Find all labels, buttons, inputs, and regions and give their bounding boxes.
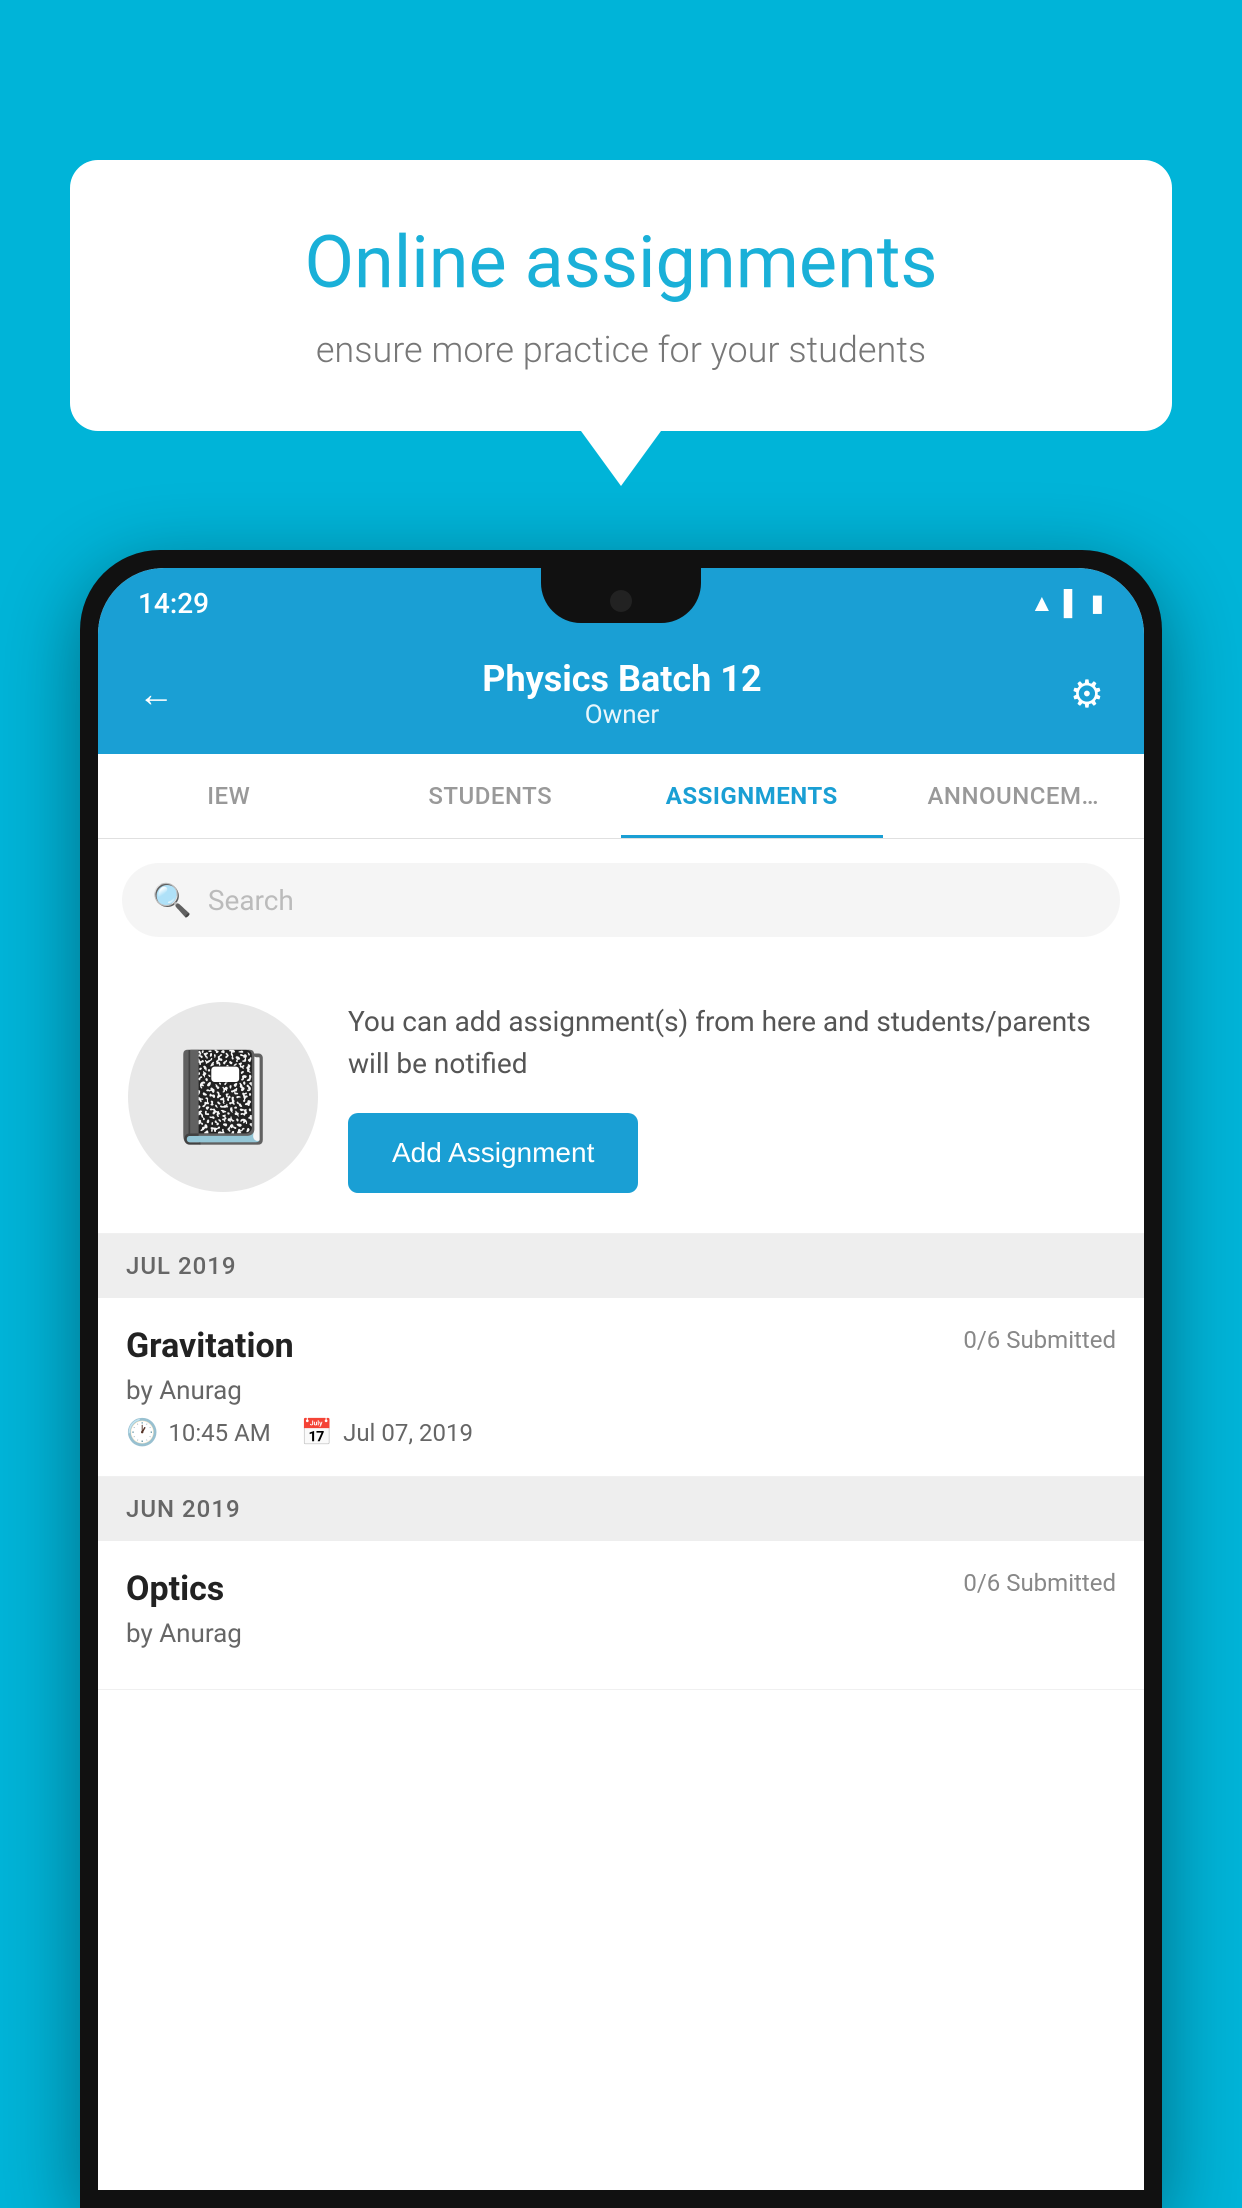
assignment-item-top: Gravitation 0/6 Submitted — [126, 1326, 1116, 1366]
speech-bubble-title: Online assignments — [150, 220, 1092, 305]
header-subtitle: Owner — [174, 700, 1070, 730]
tabs: IEW STUDENTS ASSIGNMENTS ANNOUNCEM… — [98, 754, 1144, 839]
phone-inner: 14:29 ▲ ▌ ▮ ← Physics Batch 12 Owner ⚙ I… — [98, 568, 1144, 2190]
section-header-jul: JUL 2019 — [98, 1234, 1144, 1298]
assignment-submitted-gravitation: 0/6 Submitted — [963, 1326, 1116, 1354]
speech-bubble: Online assignments ensure more practice … — [70, 160, 1172, 431]
gear-icon[interactable]: ⚙ — [1070, 672, 1104, 717]
assignment-submitted-optics: 0/6 Submitted — [963, 1569, 1116, 1597]
back-button[interactable]: ← — [138, 673, 174, 715]
status-bar: 14:29 ▲ ▌ ▮ — [98, 568, 1144, 638]
assignment-date: 📅 Jul 07, 2019 — [301, 1418, 473, 1448]
battery-icon: ▮ — [1091, 589, 1104, 617]
calendar-icon: 📅 — [301, 1418, 333, 1448]
tab-assignments[interactable]: ASSIGNMENTS — [621, 754, 883, 838]
assignment-author-gravitation: by Anurag — [126, 1376, 1116, 1406]
content-area: 🔍 Search 📓 You can add assignment(s) fro… — [98, 839, 1144, 2190]
header-title: Physics Batch 12 — [174, 658, 1070, 700]
status-icons: ▲ ▌ ▮ — [1030, 589, 1104, 618]
clock-icon: 🕐 — [126, 1418, 158, 1448]
signal-icon: ▌ — [1064, 589, 1081, 618]
assignment-date-value: Jul 07, 2019 — [343, 1419, 473, 1447]
assignment-time: 🕐 10:45 AM — [126, 1418, 271, 1448]
status-time: 14:29 — [138, 587, 209, 620]
promo-section: 📓 You can add assignment(s) from here an… — [98, 961, 1144, 1234]
search-icon: 🔍 — [152, 881, 192, 919]
promo-text-area: You can add assignment(s) from here and … — [348, 1001, 1114, 1193]
speech-bubble-container: Online assignments ensure more practice … — [70, 160, 1172, 486]
tab-students[interactable]: STUDENTS — [360, 754, 622, 838]
assignment-item-gravitation[interactable]: Gravitation 0/6 Submitted by Anurag 🕐 10… — [98, 1298, 1144, 1477]
add-assignment-button[interactable]: Add Assignment — [348, 1113, 638, 1193]
wifi-icon: ▲ — [1030, 589, 1054, 618]
search-input[interactable]: Search — [208, 884, 294, 917]
phone-frame: 14:29 ▲ ▌ ▮ ← Physics Batch 12 Owner ⚙ I… — [80, 550, 1162, 2208]
tab-announcements[interactable]: ANNOUNCEM… — [883, 754, 1145, 838]
assignment-author-optics: by Anurag — [126, 1619, 1116, 1649]
promo-description: You can add assignment(s) from here and … — [348, 1001, 1114, 1085]
assignment-icon-circle: 📓 — [128, 1002, 318, 1192]
search-bar[interactable]: 🔍 Search — [122, 863, 1120, 937]
assignment-time-value: 10:45 AM — [168, 1419, 270, 1447]
speech-bubble-subtitle: ensure more practice for your students — [150, 329, 1092, 371]
assignment-title-gravitation: Gravitation — [126, 1326, 294, 1366]
search-container: 🔍 Search — [98, 839, 1144, 961]
assignment-title-optics: Optics — [126, 1569, 224, 1609]
tab-iew[interactable]: IEW — [98, 754, 360, 838]
app-header: ← Physics Batch 12 Owner ⚙ — [98, 638, 1144, 754]
camera-dot — [610, 590, 632, 612]
speech-bubble-arrow — [581, 431, 661, 486]
assignment-item-optics[interactable]: Optics 0/6 Submitted by Anurag — [98, 1541, 1144, 1690]
section-header-jun: JUN 2019 — [98, 1477, 1144, 1541]
assignment-meta-gravitation: 🕐 10:45 AM 📅 Jul 07, 2019 — [126, 1418, 1116, 1448]
notch — [541, 568, 701, 623]
header-center: Physics Batch 12 Owner — [174, 658, 1070, 730]
notebook-icon: 📓 — [167, 1045, 279, 1150]
assignment-item-top-optics: Optics 0/6 Submitted — [126, 1569, 1116, 1609]
